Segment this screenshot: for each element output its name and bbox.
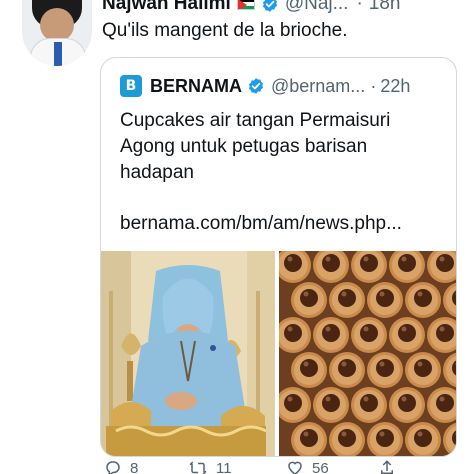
tweet-time[interactable]: 18h [369,0,401,15]
cupcakes-photo[interactable] [279,251,456,456]
tweet-separator: · [356,0,363,14]
quoted-tweet-card[interactable]: B BERNAMA @bernam... · 22h Cupcakes air … [100,57,457,457]
like-button[interactable]: 56 [286,459,329,474]
author-name[interactable]: Najwan Halimi [102,0,231,15]
quoted-separator: · [370,75,377,96]
share-icon [381,460,393,474]
tweet-header: Najwan Halimi @Naj... · 18h [102,0,474,16]
retweet-button[interactable]: 11 [188,459,232,474]
retweet-icon [189,461,207,474]
author-handle[interactable]: @Naj... [285,0,349,15]
quoted-text-line: Cupcakes air tangan Permaisuri [120,110,391,131]
quoted-tweet-time: 22h [380,75,411,96]
palestine-flag-icon [236,0,255,10]
quoted-text-line: Agong untuk petugas barisan [120,136,368,157]
quoted-tweet-text: Cupcakes air tangan Permaisuri Agong unt… [120,108,440,186]
tweet-text: Qu'ils mangent de la brioche. [102,20,348,41]
permaisuri-photo[interactable] [101,251,275,456]
retweet-count: 11 [216,459,232,474]
quoted-tweet-header: B BERNAMA @bernam... · 22h [120,75,410,97]
quoted-tweet-link[interactable]: bernama.com/bm/am/news.php... [120,213,402,235]
share-button[interactable] [378,459,396,474]
author-avatar[interactable] [22,0,92,66]
tweet-actions: 8 11 56 [100,459,474,474]
quoted-tweet-media [101,251,456,456]
heart-icon [288,461,302,474]
verified-badge-icon [261,0,279,13]
verified-badge-icon [247,77,265,95]
bernama-logo: B [120,75,142,97]
reply-button[interactable]: 8 [104,459,138,474]
like-count: 56 [312,459,329,474]
reply-count: 8 [130,459,139,474]
quoted-author-name: BERNAMA [150,75,242,96]
quoted-author-handle: @bernam... [271,75,366,96]
reply-icon [106,461,120,474]
quoted-text-line: hadapan [120,162,194,183]
